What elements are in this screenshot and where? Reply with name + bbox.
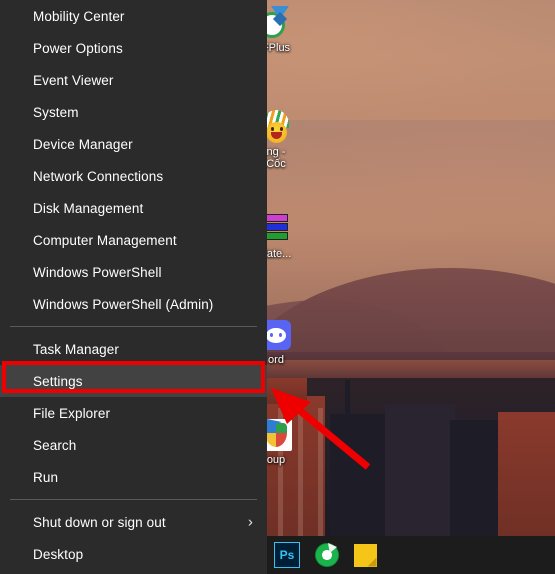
menu-item-desktop[interactable]: Desktop [0, 538, 267, 570]
menu-item-label: System [33, 104, 79, 120]
menu-item-run[interactable]: Run [0, 461, 267, 493]
menu-item-label: File Explorer [33, 405, 111, 421]
screen: FPlus ng - Cốc date... ord oup Ps Mobili… [0, 0, 555, 574]
menu-item-label: Device Manager [33, 136, 133, 152]
photoshop-icon: Ps [274, 542, 300, 568]
menu-item-label: Network Connections [33, 168, 164, 184]
menu-item-label: Power Options [33, 40, 123, 56]
menu-item-disk-management[interactable]: Disk Management [0, 192, 267, 224]
taskbar-item-disc-burner[interactable] [312, 540, 342, 570]
menu-item-label: Desktop [33, 546, 84, 562]
desktop-icon-label: ord [268, 354, 284, 366]
disc-burner-icon [315, 543, 339, 567]
menu-separator [10, 499, 257, 500]
taskbar-item-photoshop[interactable]: Ps [272, 540, 302, 570]
menu-item-event-viewer[interactable]: Event Viewer [0, 64, 267, 96]
desktop-icon-label: ng - Cốc [266, 146, 286, 170]
menu-item-windows-powershell[interactable]: Windows PowerShell [0, 256, 267, 288]
taskbar-item-sticky-notes[interactable] [350, 540, 380, 570]
menu-item-network-connections[interactable]: Network Connections [0, 160, 267, 192]
menu-item-device-manager[interactable]: Device Manager [0, 128, 267, 160]
menu-item-label: Run [33, 469, 59, 485]
menu-item-file-explorer[interactable]: File Explorer [0, 397, 267, 429]
menu-item-label: Task Manager [33, 341, 119, 357]
menu-item-label: Search [33, 437, 77, 453]
menu-item-label: Windows PowerShell [33, 264, 162, 280]
menu-item-settings[interactable]: Settings [0, 365, 267, 397]
desktop-icon-label: oup [266, 454, 286, 466]
menu-item-power-options[interactable]: Power Options [0, 32, 267, 64]
sticky-notes-icon [353, 543, 377, 567]
menu-item-shut-down-or-sign-out[interactable]: Shut down or sign out › [0, 506, 267, 538]
menu-item-label: Windows PowerShell (Admin) [33, 296, 214, 312]
menu-item-label: Mobility Center [33, 8, 125, 24]
menu-item-label: Shut down or sign out [33, 514, 166, 530]
menu-item-search[interactable]: Search [0, 429, 267, 461]
menu-item-label: Computer Management [33, 232, 177, 248]
chevron-right-icon: › [247, 513, 253, 531]
menu-item-task-manager[interactable]: Task Manager [0, 333, 267, 365]
menu-item-label: Disk Management [33, 200, 144, 216]
menu-item-label: Event Viewer [33, 72, 114, 88]
menu-item-computer-management[interactable]: Computer Management [0, 224, 267, 256]
menu-item-windows-powershell-admin[interactable]: Windows PowerShell (Admin) [0, 288, 267, 320]
winx-power-user-menu[interactable]: Mobility Center Power Options Event Viewer… [0, 0, 267, 574]
menu-item-label: Settings [33, 373, 83, 389]
menu-item-system[interactable]: System [0, 96, 267, 128]
menu-item-mobility-center[interactable]: Mobility Center [0, 0, 267, 32]
menu-separator [10, 326, 257, 327]
